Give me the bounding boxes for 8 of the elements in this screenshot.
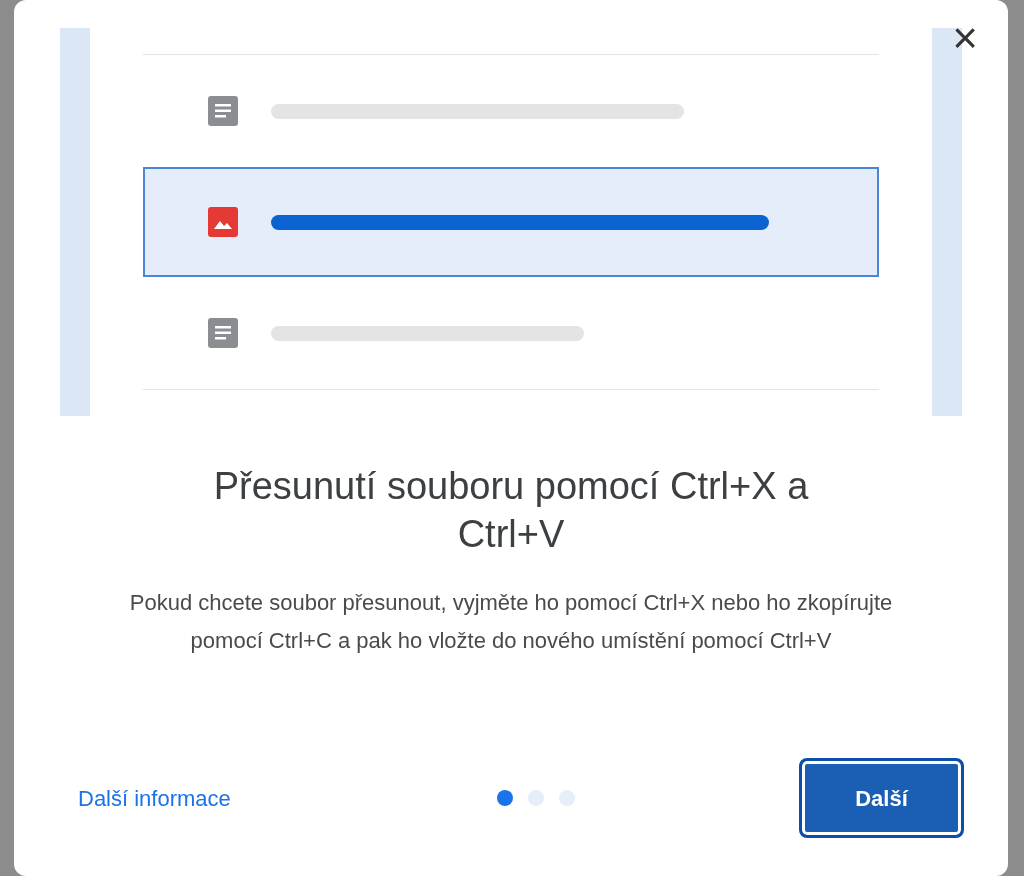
image-icon xyxy=(208,207,238,237)
document-icon xyxy=(208,318,238,348)
close-button[interactable]: × xyxy=(952,16,978,60)
dialog-description: Pokud chcete soubor přesunout, vyjměte ho pomocí Ctrl+X nebo ho zkopírujte pomocí Ctrl+C a pak ho vložte do nového umístění pomocí Ctrl+V xyxy=(128,589,894,655)
next-button[interactable]: Další xyxy=(799,758,964,838)
learn-more-link[interactable]: Další informace xyxy=(78,781,438,815)
document-icon xyxy=(208,96,238,126)
dialog-title: Přesunutí souboru pomocí Ctrl+X a Ctrl+V xyxy=(212,464,810,557)
